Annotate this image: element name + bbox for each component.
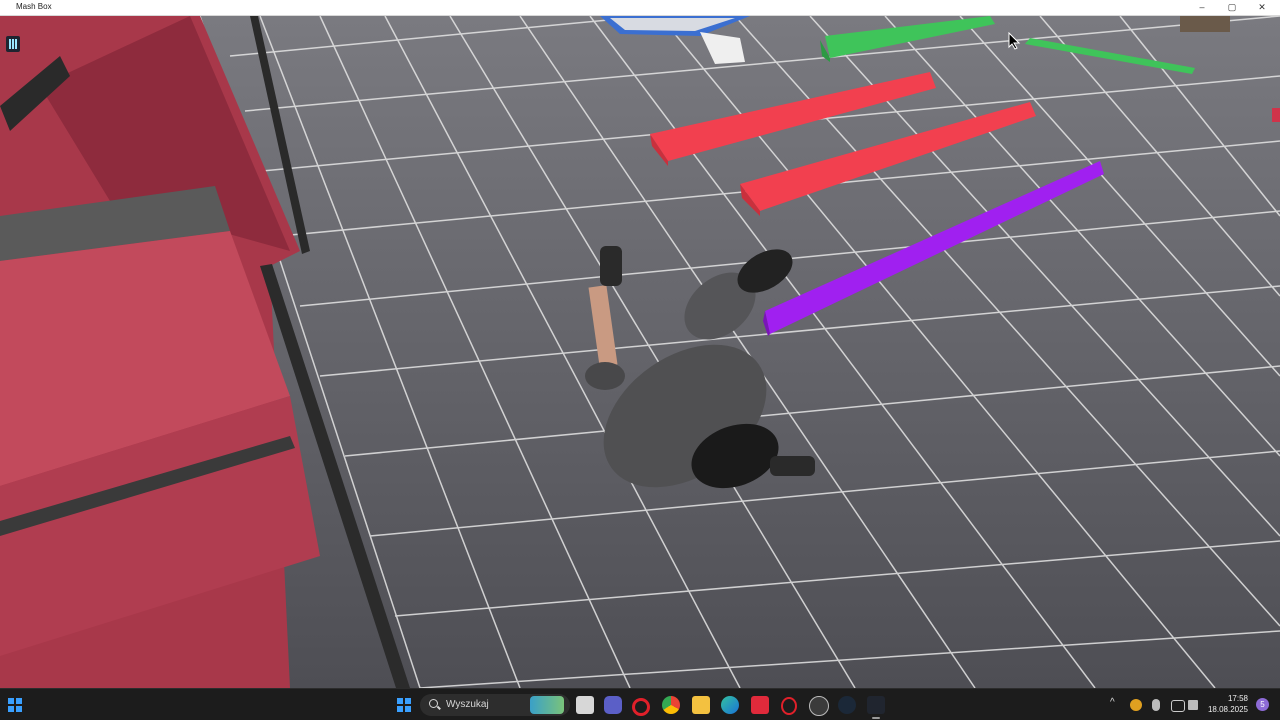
opera-gx-icon[interactable] [781, 697, 797, 715]
search-icon [429, 699, 438, 708]
maximize-button[interactable]: ▢ [1218, 0, 1246, 15]
widgets-icon[interactable] [530, 696, 564, 714]
tray-chevron-icon[interactable]: ^ [1110, 697, 1115, 708]
close-button[interactable]: ✕ [1248, 0, 1276, 15]
clock-time: 17:58 [1227, 694, 1248, 703]
active-app-indicator [872, 717, 880, 719]
edge-icon[interactable] [721, 696, 739, 714]
chrome-icon[interactable] [662, 696, 680, 714]
distant-object [1180, 16, 1230, 32]
teams-icon[interactable] [604, 696, 622, 714]
game-viewport[interactable] [0, 16, 1280, 688]
opera-icon[interactable] [632, 698, 650, 716]
search-label: Wyszukaj [446, 699, 489, 710]
game-scene [0, 16, 1280, 688]
file-manager-icon[interactable] [576, 696, 594, 714]
microphone-icon[interactable] [1152, 699, 1160, 711]
mouse-cursor-icon [1008, 32, 1021, 50]
epic-icon[interactable] [809, 696, 829, 716]
taskbar-clock[interactable]: 17:58 18.08.2025 [1188, 693, 1248, 715]
windows-start-button[interactable] [397, 698, 411, 712]
taskbar: Wyszukaj ^ 17:58 18.08.2025 5 [0, 688, 1280, 720]
taskbar-search[interactable]: Wyszukaj [420, 694, 570, 716]
window-title: Mash Box [16, 2, 52, 11]
game-logo-icon [6, 36, 20, 52]
network-icon[interactable] [1171, 700, 1185, 712]
minimize-button[interactable]: – [1188, 0, 1216, 15]
window-titlebar: Mash Box – ▢ ✕ [0, 0, 1280, 16]
clock-date: 18.08.2025 [1207, 705, 1248, 714]
notification-badge[interactable]: 5 [1256, 698, 1269, 711]
tray-app-icon[interactable] [1130, 699, 1142, 711]
steam-icon[interactable] [838, 696, 856, 714]
mash-box-icon[interactable] [867, 696, 885, 714]
app-w-icon[interactable] [751, 696, 769, 714]
folder-icon[interactable] [692, 696, 710, 714]
windows-start-icon[interactable] [8, 698, 22, 712]
